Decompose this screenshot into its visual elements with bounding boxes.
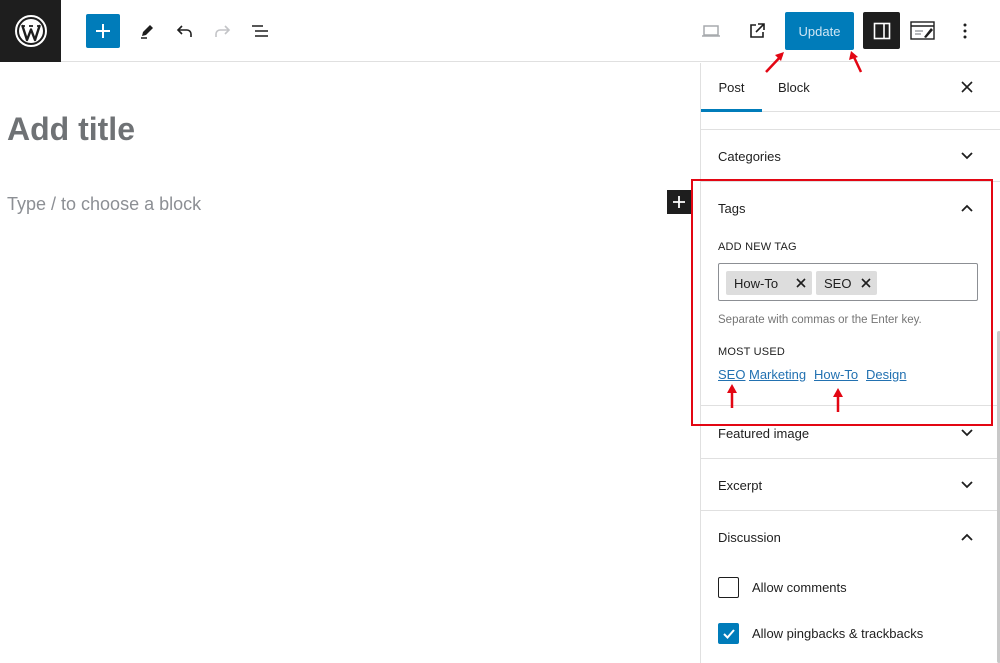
sidebar-toggle-icon — [873, 22, 890, 39]
external-link-icon — [750, 23, 765, 38]
chevron-up-icon[interactable] — [955, 525, 979, 549]
annotation-arrow — [833, 388, 843, 412]
preview-button[interactable] — [694, 14, 728, 48]
close-sidebar-button[interactable] — [955, 75, 979, 99]
post-title-input[interactable]: Add title — [7, 111, 135, 148]
undo-button[interactable] — [168, 14, 202, 48]
update-button[interactable]: Update — [785, 12, 854, 50]
annotation-arrow — [765, 52, 784, 73]
tab-post[interactable]: Post — [701, 63, 762, 112]
excerpt-panel-toggle[interactable]: Excerpt — [718, 478, 762, 493]
discussion-panel-toggle[interactable]: Discussion — [718, 530, 781, 545]
chevron-down-icon[interactable] — [955, 144, 979, 168]
block-editor: Update Add title Type / to choose a bloc… — [0, 0, 1000, 663]
annotation-arrow — [727, 384, 737, 408]
block-inserter-button[interactable] — [86, 14, 120, 48]
add-block-button[interactable] — [667, 190, 691, 214]
view-post-button[interactable] — [740, 14, 774, 48]
allow-comments-label: Allow comments — [752, 580, 847, 595]
redo-button[interactable] — [205, 14, 239, 48]
editor-canvas: Add title Type / to choose a block — [0, 63, 700, 663]
editor-plugin-icon — [910, 21, 935, 40]
plus-icon — [96, 24, 110, 38]
panel-divider — [701, 129, 1000, 130]
undo-icon — [176, 25, 192, 37]
panel-divider — [701, 458, 1000, 459]
allow-comments-checkbox[interactable] — [718, 577, 739, 598]
categories-panel-toggle[interactable]: Categories — [718, 149, 781, 164]
tools-button[interactable] — [130, 14, 164, 48]
allow-pingbacks-label: Allow pingbacks & trackbacks — [752, 626, 924, 641]
chevron-down-icon[interactable] — [955, 473, 979, 497]
close-icon — [961, 81, 973, 93]
panel-divider — [701, 510, 1000, 511]
allow-pingbacks-checkbox[interactable] — [718, 623, 739, 644]
options-menu-button[interactable] — [948, 14, 982, 48]
redo-icon — [215, 25, 231, 37]
pencil-icon — [141, 25, 153, 39]
plugin-button[interactable] — [905, 13, 941, 49]
settings-sidebar-toggle[interactable] — [863, 12, 900, 49]
plus-icon — [673, 196, 685, 208]
list-view-button[interactable] — [243, 14, 277, 48]
wordpress-logo-icon[interactable] — [0, 0, 61, 62]
featured-image-panel-toggle[interactable]: Featured image — [718, 426, 809, 441]
laptop-icon — [702, 25, 720, 37]
annotation-arrow — [849, 51, 863, 73]
checkmark-icon — [722, 628, 735, 639]
list-view-icon — [252, 25, 268, 37]
kebab-menu-icon — [963, 23, 967, 39]
block-appender-placeholder[interactable]: Type / to choose a block — [7, 194, 201, 215]
